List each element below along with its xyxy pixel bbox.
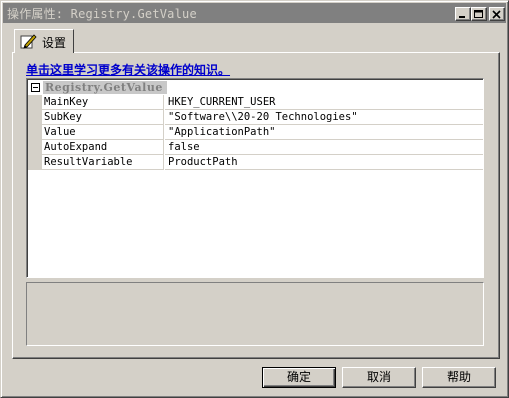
help-button[interactable]: 帮助 [422,367,496,388]
title-bar[interactable]: 操作属性: Registry.GetValue [3,3,506,23]
minimize-icon [459,16,465,18]
tab-settings[interactable]: 设置 [14,29,74,53]
property-row[interactable]: ResultVariable ProductPath [42,155,483,170]
maximize-icon [474,10,483,18]
property-row[interactable]: Value "ApplicationPath" [42,125,483,140]
property-name: AutoExpand [42,140,164,155]
close-button[interactable] [489,7,505,21]
property-value[interactable]: "Software\\20-20 Technologies" [165,110,483,125]
edit-pencil-icon [20,34,37,49]
property-grid-header: Registry.GetValue [28,80,483,95]
property-row[interactable]: MainKey HKEY_CURRENT_USER [42,95,483,110]
property-name: MainKey [42,95,164,110]
description-pane [26,282,484,346]
property-name: ResultVariable [42,155,164,170]
property-value[interactable]: "ApplicationPath" [165,125,483,140]
tab-label: 设置 [42,36,67,50]
maximize-button[interactable] [471,7,487,21]
property-row[interactable]: SubKey "Software\\20-20 Technologies" [42,110,483,125]
grid-gutter [28,95,42,170]
properties-dialog: 操作属性: Registry.GetValue 设置 单击这里学习更多有关该操作 [0,0,509,398]
property-value[interactable]: HKEY_CURRENT_USER [165,95,483,110]
property-name: SubKey [42,110,164,125]
ok-button[interactable]: 确定 [262,367,336,388]
cancel-button[interactable]: 取消 [342,367,416,388]
close-icon [492,10,501,19]
learn-more-link[interactable]: 单击这里学习更多有关该操作的知识。 [26,61,230,78]
property-name: Value [42,125,164,140]
collapse-icon[interactable] [31,83,40,92]
property-value[interactable]: false [165,140,483,155]
property-grid: Registry.GetValue MainKey HKEY_CURRENT_U… [26,78,484,278]
property-value[interactable]: ProductPath [165,155,483,170]
category-label: Registry.GetValue [43,81,167,94]
minimize-button[interactable] [455,7,471,21]
property-row[interactable]: AutoExpand false [42,140,483,155]
window-title: 操作属性: Registry.GetValue [7,7,197,21]
